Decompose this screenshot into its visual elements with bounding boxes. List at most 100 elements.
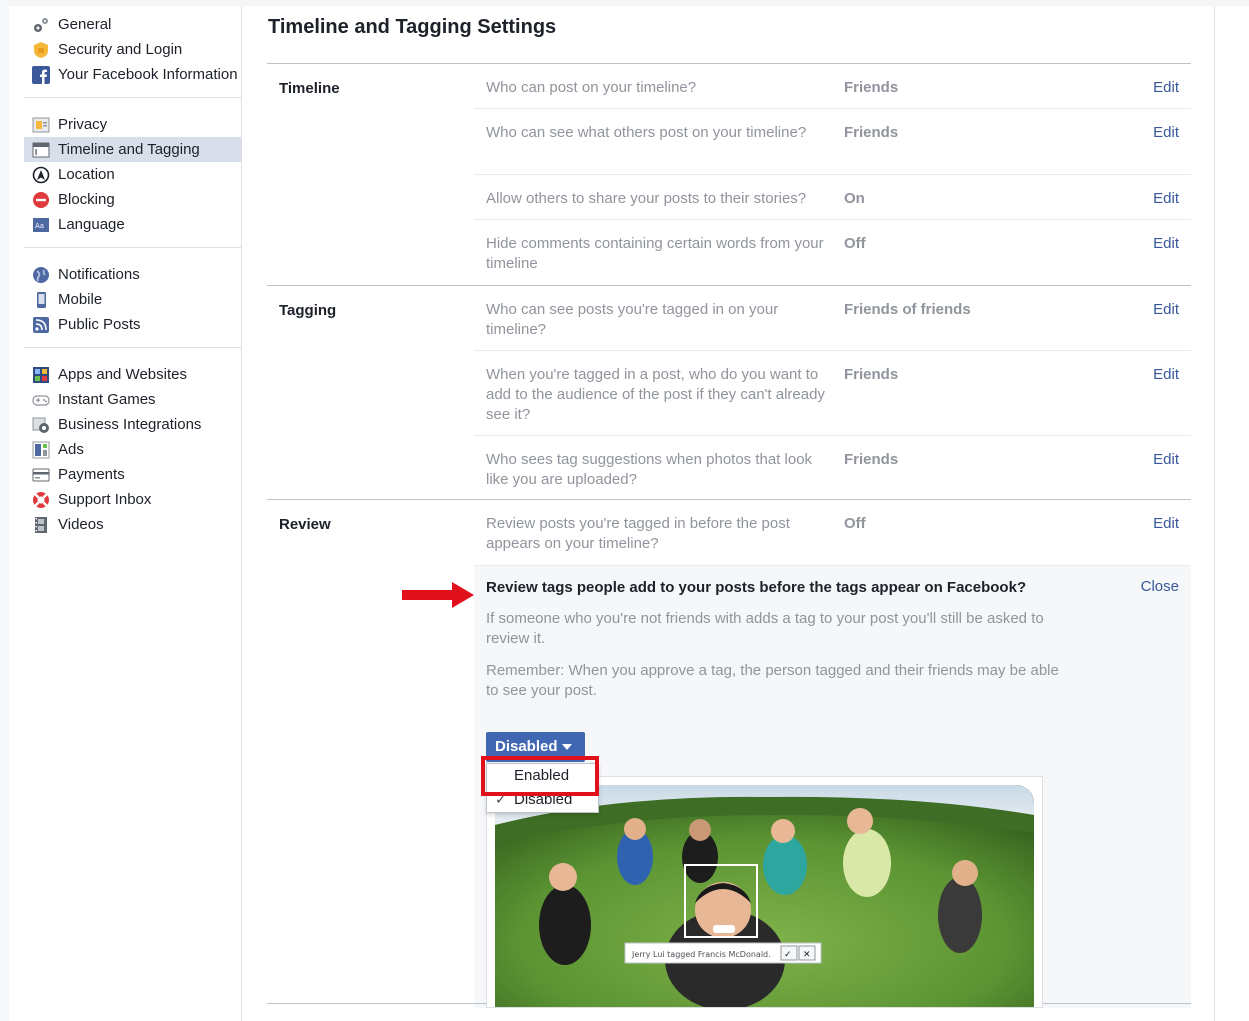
section-review: Review Review posts you're tagged in bef… [267, 500, 1191, 1008]
sidebar-group-notifications: Notifications Mobile Public Posts [24, 248, 242, 348]
setting-value: Off [844, 515, 866, 532]
blocking-icon [32, 191, 50, 209]
sidebar-item-security-and-login[interactable]: Security and Login [24, 37, 242, 62]
sidebar-group-account: General Security and Login Your Facebook… [24, 10, 242, 98]
setting-question: Who can see what others post on your tim… [486, 124, 807, 141]
section-label: Review [279, 516, 331, 533]
sidebar-item-business-integrations[interactable]: Business Integrations [24, 412, 242, 437]
sidebar-item-mobile[interactable]: Mobile [24, 287, 242, 312]
setting-question: When you're tagged in a post, who do you… [486, 366, 825, 423]
sidebar-item-label: Business Integrations [58, 416, 202, 433]
sidebar-item-label: Support Inbox [58, 491, 152, 508]
setting-row[interactable]: When you're tagged in a post, who do you… [474, 351, 1191, 436]
sidebar-item-label: Videos [58, 516, 104, 533]
close-link[interactable]: Close [1046, 578, 1179, 597]
setting-row[interactable]: Who can see posts you're tagged in on yo… [474, 286, 1191, 351]
annotation-highlight-box [481, 756, 599, 796]
sidebar-item-videos[interactable]: Videos [24, 512, 242, 537]
section-rows: Who can see posts you're tagged in on yo… [474, 286, 1191, 499]
section-label: Timeline [279, 80, 340, 97]
section-label: Tagging [279, 302, 337, 319]
setting-row[interactable]: Who can post on your timeline? Friends E… [474, 64, 1191, 109]
setting-row[interactable]: Allow others to share your posts to thei… [474, 175, 1191, 220]
setting-question: Who sees tag suggestions when photos tha… [486, 451, 813, 488]
sidebar-item-privacy[interactable]: Privacy [24, 112, 242, 137]
sidebar-item-ads[interactable]: Ads [24, 437, 242, 462]
edit-link[interactable]: Edit [1134, 234, 1179, 273]
sidebar-divider [241, 6, 242, 1021]
setting-row[interactable]: Who sees tag suggestions when photos tha… [474, 436, 1191, 499]
language-icon: Aa [32, 216, 50, 234]
setting-value: Friends [844, 79, 899, 96]
edit-link[interactable]: Edit [1134, 78, 1179, 96]
timeline-icon [32, 141, 50, 159]
sidebar-item-label: Mobile [58, 291, 103, 308]
edit-link[interactable]: Edit [1134, 300, 1179, 338]
edit-link[interactable]: Edit [1134, 450, 1179, 487]
expanded-description: If someone who you're not friends with a… [486, 610, 1044, 647]
section-timeline: Timeline Who can post on your timeline? … [267, 64, 1191, 286]
sidebar-item-your-facebook-information[interactable]: Your Facebook Information [24, 62, 242, 87]
edit-link[interactable]: Edit [1134, 123, 1179, 162]
edit-link[interactable]: Edit [1134, 189, 1179, 207]
annotation-arrow-icon [402, 582, 474, 608]
right-gutter [1214, 6, 1249, 1021]
caret-down-icon [561, 744, 572, 751]
window-left-edge [0, 0, 9, 1021]
sidebar-item-payments[interactable]: Payments [24, 462, 242, 487]
facebook-icon [32, 66, 50, 84]
gears-icon [32, 16, 50, 34]
location-icon [32, 166, 50, 184]
apps-icon [32, 366, 50, 384]
setting-question: Hide comments containing certain words f… [486, 235, 824, 272]
sidebar-item-label: Timeline and Tagging [58, 141, 200, 158]
sidebar-group-apps: Apps and Websites Instant Games Business… [24, 348, 242, 547]
mobile-icon [32, 291, 50, 309]
edit-link[interactable]: Edit [1134, 514, 1179, 553]
sidebar-item-support-inbox[interactable]: Support Inbox [24, 487, 242, 512]
setting-question: Who can post on your timeline? [486, 79, 697, 96]
sidebar-item-label: Your Facebook Information [58, 66, 238, 83]
dropdown-value: Disabled [495, 738, 558, 755]
page-title: Timeline and Tagging Settings [267, 6, 1191, 64]
sidebar-item-blocking[interactable]: Blocking [24, 187, 242, 212]
sidebar-item-instant-games[interactable]: Instant Games [24, 387, 242, 412]
sidebar-item-apps-and-websites[interactable]: Apps and Websites [24, 362, 242, 387]
sidebar-item-label: Privacy [58, 116, 108, 133]
sidebar-item-label: Blocking [58, 191, 115, 208]
setting-value: On [844, 190, 865, 207]
sidebar-item-language[interactable]: Aa Language [24, 212, 242, 237]
edit-link[interactable]: Edit [1134, 365, 1179, 423]
sidebar-item-public-posts[interactable]: Public Posts [24, 312, 242, 337]
expanded-reminder: Remember: When you approve a tag, the pe… [486, 662, 1059, 699]
setting-value: Friends [844, 451, 899, 468]
expanded-question: Review tags people add to your posts bef… [486, 579, 1027, 596]
setting-row[interactable]: Who can see what others post on your tim… [474, 109, 1191, 175]
sidebar-item-label: Notifications [58, 266, 140, 283]
settings-main: Timeline and Tagging Settings Timeline W… [267, 6, 1191, 1008]
sidebar-item-label: Apps and Websites [58, 366, 187, 383]
sidebar-item-label: Location [58, 166, 115, 183]
example-photo: Jerry Lui tagged Francis McDonald. ✓ ✕ [495, 785, 1034, 1007]
card-icon [32, 466, 50, 484]
sidebar-item-location[interactable]: Location [24, 162, 242, 187]
sidebar-item-label: General [58, 16, 112, 33]
gamepad-icon [32, 391, 50, 409]
section-tagging: Tagging Who can see posts you're tagged … [267, 286, 1191, 500]
setting-row[interactable]: Review posts you're tagged in before the… [474, 500, 1191, 566]
sidebar-group-privacy: Privacy Timeline and Tagging Location Bl… [24, 98, 242, 248]
setting-value: Friends [844, 124, 899, 141]
sidebar-item-notifications[interactable]: Notifications [24, 262, 242, 287]
sidebar-item-general[interactable]: General [24, 12, 242, 37]
section-rows: Review posts you're tagged in before the… [474, 500, 1191, 1008]
sidebar-item-timeline-and-tagging[interactable]: Timeline and Tagging [24, 137, 242, 162]
lifebuoy-icon [32, 491, 50, 509]
sidebar-item-label: Language [58, 216, 125, 233]
business-icon [32, 416, 50, 434]
setting-question: Allow others to share your posts to thei… [486, 190, 807, 207]
setting-question: Who can see posts you're tagged in on yo… [486, 301, 779, 338]
sidebar-item-label: Payments [58, 466, 125, 483]
setting-row[interactable]: Hide comments containing certain words f… [474, 220, 1191, 285]
globe-icon [32, 266, 50, 284]
setting-value: Friends of friends [844, 301, 971, 318]
